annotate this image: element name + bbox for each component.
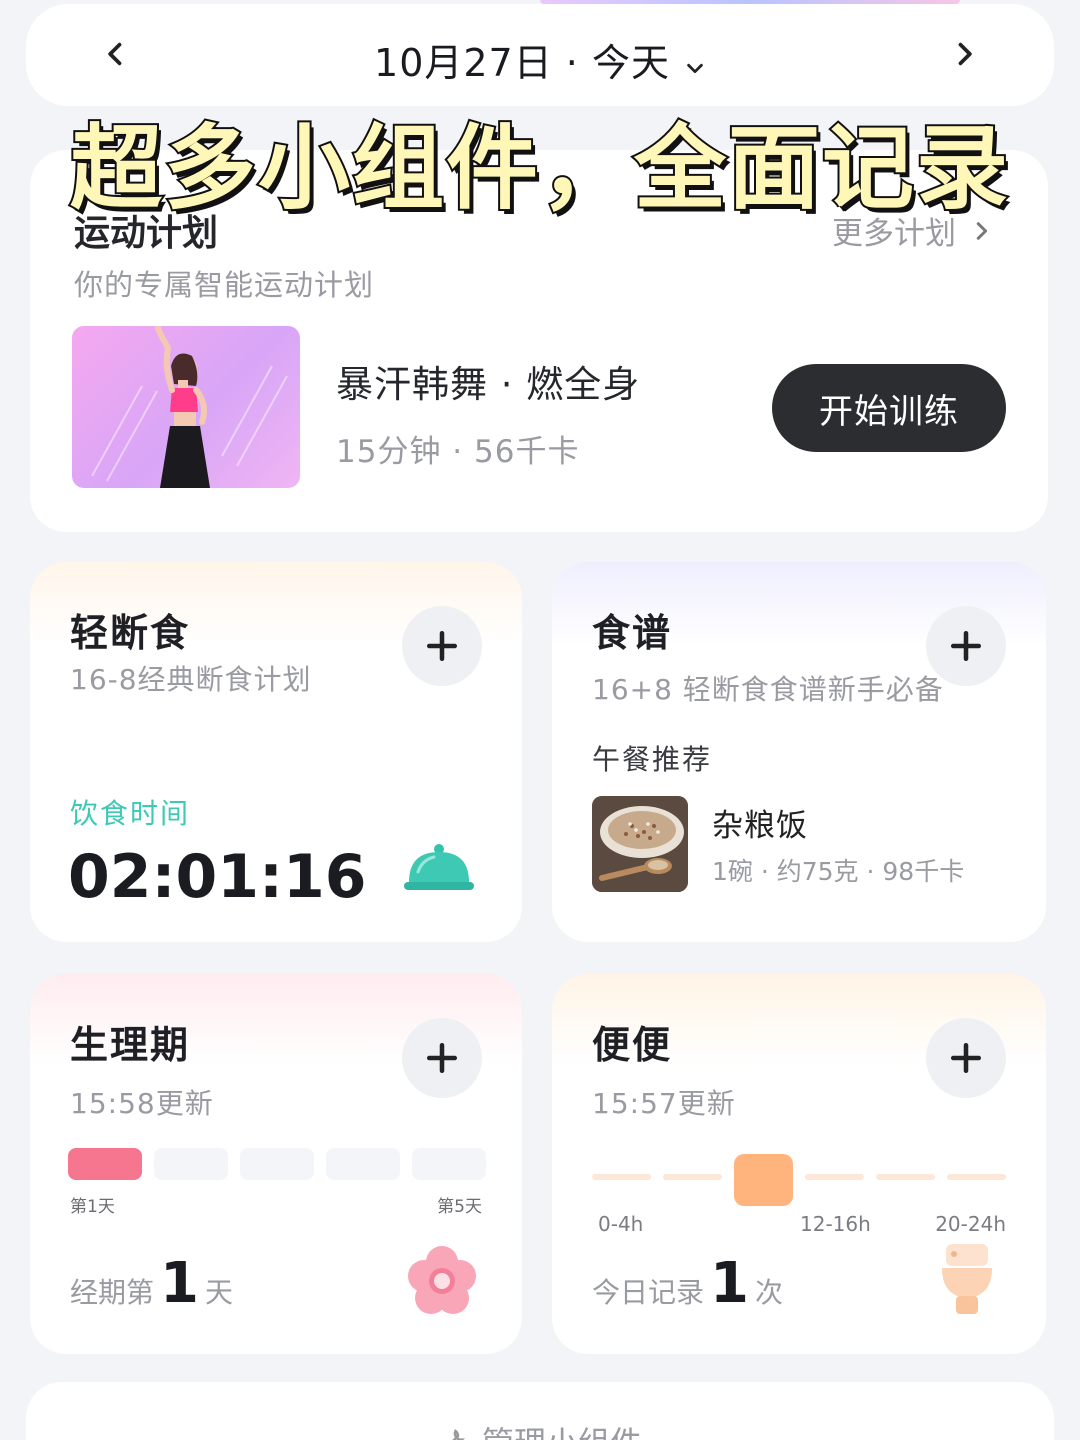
eating-time-label: 饮食时间 bbox=[70, 797, 191, 830]
date-navigator: 10月27日 · 今天 bbox=[26, 4, 1054, 106]
next-day-button[interactable] bbox=[934, 24, 994, 84]
hour-slot-bar bbox=[947, 1174, 1006, 1180]
period-day-bar bbox=[68, 1148, 142, 1180]
poop-count: 1 bbox=[710, 1251, 749, 1316]
chevron-right-icon bbox=[958, 42, 972, 66]
poop-summary: 今日记录 1 次 bbox=[592, 1256, 783, 1312]
poop-summary-suffix: 次 bbox=[754, 1276, 783, 1309]
period-title: 生理期 bbox=[70, 1023, 191, 1067]
last-day-label: 第5天 bbox=[437, 1197, 482, 1217]
period-summary-prefix: 经期第 bbox=[70, 1276, 155, 1309]
period-card[interactable]: 生理期 15:58更新 第1天 第5天 经期第 1 天 bbox=[30, 974, 522, 1354]
period-day-bar bbox=[326, 1148, 400, 1180]
food-meta: 1碗 · 约75克 · 98千卡 bbox=[712, 857, 965, 886]
food-cloche-icon bbox=[404, 844, 474, 890]
fasting-timer: 02:01:16 bbox=[68, 842, 367, 912]
recipe-card[interactable]: 食谱 16+8 轻断食食谱新手必备 午餐推荐 杂粮饭 1碗 · 约75克 · 9… bbox=[552, 562, 1046, 942]
hour-slot-bars bbox=[592, 1150, 1006, 1206]
workout-meta: 15分钟 · 56千卡 bbox=[336, 434, 580, 470]
dancer-image bbox=[91, 326, 288, 488]
period-day-bars bbox=[68, 1148, 486, 1180]
lunch-recommendation-label: 午餐推荐 bbox=[592, 743, 713, 776]
manage-widgets-label: 管理小组件 bbox=[482, 1418, 642, 1440]
hour-slot-bar bbox=[876, 1174, 935, 1180]
toilet-icon bbox=[942, 1244, 992, 1314]
fasting-title: 轻断食 bbox=[70, 611, 191, 655]
hour-label-mid: 12-16h bbox=[800, 1212, 871, 1236]
hour-slot-bar bbox=[663, 1174, 722, 1180]
plan-subtitle: 你的专属智能运动计划 bbox=[74, 268, 375, 302]
add-fasting-button[interactable] bbox=[402, 606, 482, 686]
first-day-label: 第1天 bbox=[70, 1197, 115, 1217]
hour-slot-bar bbox=[592, 1174, 651, 1180]
add-period-button[interactable] bbox=[402, 1018, 482, 1098]
period-day-bar bbox=[154, 1148, 228, 1180]
period-summary-suffix: 天 bbox=[204, 1276, 233, 1309]
rice-bowl-image bbox=[592, 796, 688, 892]
flower-icon bbox=[408, 1246, 476, 1314]
add-poop-button[interactable] bbox=[926, 1018, 1006, 1098]
plus-icon bbox=[426, 630, 458, 662]
hour-slot-bar bbox=[805, 1174, 864, 1180]
plus-icon bbox=[950, 1042, 982, 1074]
food-name: 杂粮饭 bbox=[712, 808, 808, 844]
bowel-movement-card[interactable]: 便便 15:57更新 0-4h 12-16h 20-24h 今日记录 1 次 bbox=[552, 974, 1046, 1354]
hour-slot-bar bbox=[734, 1154, 793, 1206]
hour-label-start: 0-4h bbox=[598, 1212, 644, 1236]
date-selector[interactable]: 10月27日 · 今天 bbox=[26, 32, 1054, 88]
date-label: 10月27日 · 今天 bbox=[374, 41, 670, 85]
fasting-subtitle: 16-8经典断食计划 bbox=[70, 663, 312, 696]
poop-title: 便便 bbox=[592, 1023, 673, 1067]
poop-summary-prefix: 今日记录 bbox=[592, 1276, 705, 1309]
plus-icon bbox=[426, 1042, 458, 1074]
period-updated: 15:58更新 bbox=[70, 1087, 214, 1120]
chevron-down-icon bbox=[684, 44, 706, 88]
period-day-bar bbox=[240, 1148, 314, 1180]
overlay-caption: 超多小组件，全面记录 bbox=[68, 113, 1010, 224]
workout-name: 暴汗韩舞 · 燃全身 bbox=[336, 363, 641, 406]
hour-label-end: 20-24h bbox=[935, 1212, 1006, 1236]
recipe-subtitle: 16+8 轻断食食谱新手必备 bbox=[592, 673, 944, 706]
manage-widgets-button[interactable]: 管理小组件 bbox=[26, 1382, 1054, 1440]
recipe-title: 食谱 bbox=[592, 611, 673, 655]
food-thumbnail[interactable] bbox=[592, 796, 688, 892]
period-day-bar bbox=[412, 1148, 486, 1180]
poop-updated: 15:57更新 bbox=[592, 1087, 736, 1120]
workout-thumbnail[interactable] bbox=[72, 326, 300, 488]
add-recipe-button[interactable] bbox=[926, 606, 1006, 686]
period-summary: 经期第 1 天 bbox=[70, 1256, 233, 1312]
plus-icon bbox=[950, 630, 982, 662]
fasting-card[interactable]: 轻断食 16-8经典断食计划 饮食时间 02:01:16 bbox=[30, 562, 522, 942]
manage-widgets: 管理小组件 bbox=[26, 1418, 1054, 1440]
start-training-button[interactable]: 开始训练 bbox=[772, 364, 1006, 452]
wrench-icon bbox=[452, 1429, 466, 1440]
period-day-count: 1 bbox=[160, 1251, 199, 1316]
